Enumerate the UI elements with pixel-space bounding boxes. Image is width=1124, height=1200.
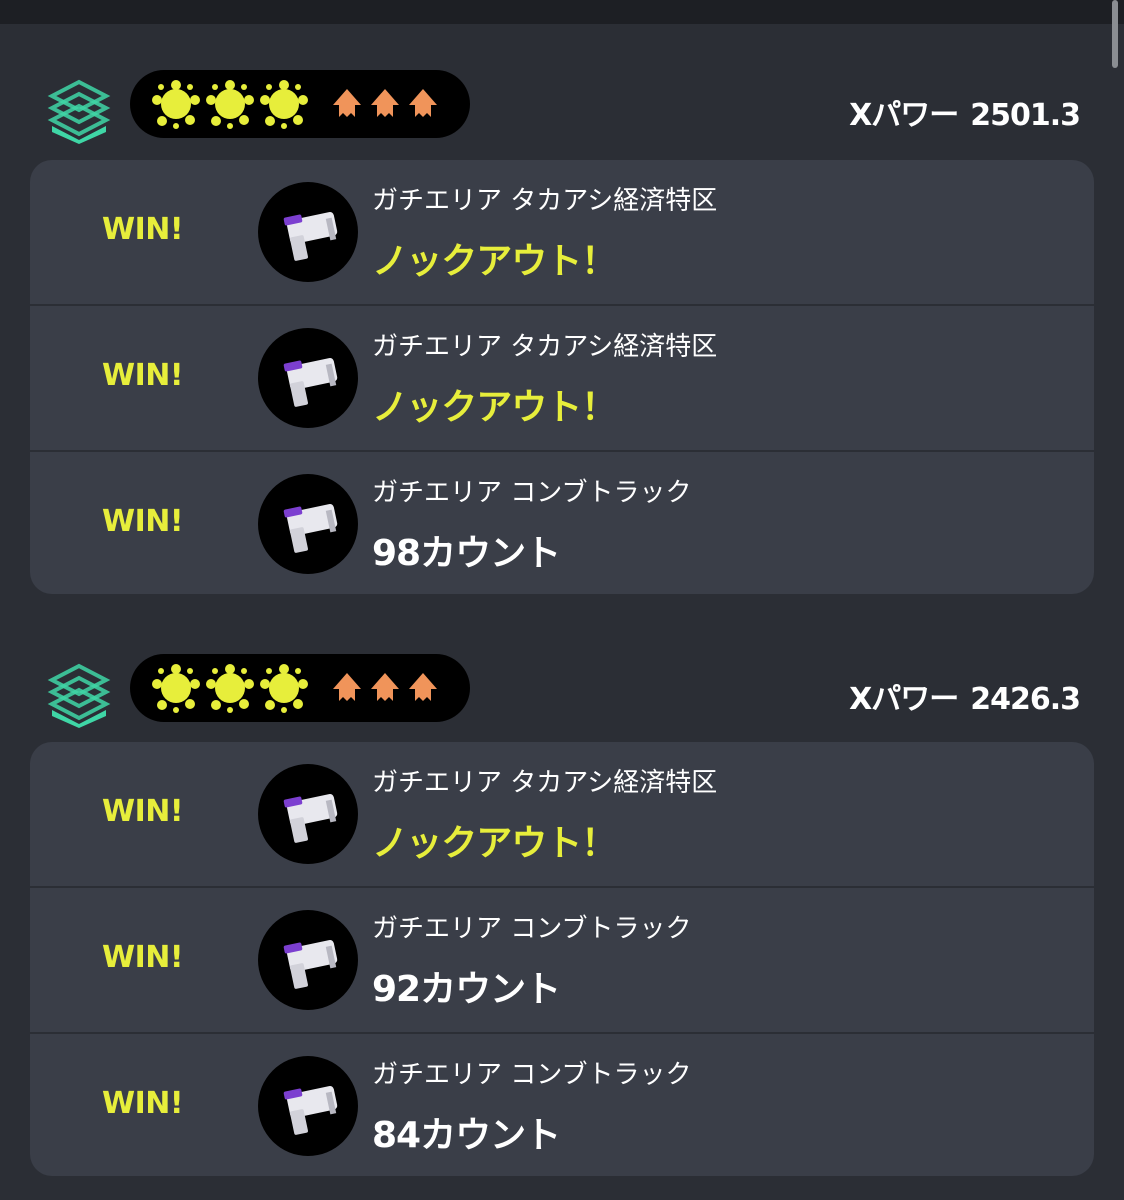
match-outcome: ノックアウト！ bbox=[372, 387, 617, 428]
match-card: WIN! ガチエリア タカアシ経済特区 ノックアウト！ WIN! bbox=[30, 160, 1094, 594]
group-header: Xパワー 2426.3 bbox=[0, 654, 1124, 738]
win-label: WIN! bbox=[102, 1086, 184, 1121]
x-power-label: Xパワー bbox=[849, 98, 959, 133]
squid-icon bbox=[333, 673, 361, 701]
win-label: WIN! bbox=[102, 940, 184, 975]
squid-icon bbox=[409, 89, 437, 117]
group-header: Xパワー 2501.3 bbox=[0, 70, 1124, 154]
match-row[interactable]: WIN! ガチエリア タカアシ経済特区 ノックアウト！ bbox=[30, 306, 1094, 450]
match-row[interactable]: WIN! ガチエリア コンブトラック 98カウント bbox=[30, 452, 1094, 594]
win-loss-pill bbox=[130, 70, 470, 138]
win-label: WIN! bbox=[102, 794, 184, 829]
match-outcome: 84カウント bbox=[372, 1115, 561, 1156]
ink-splat-icon bbox=[206, 664, 254, 713]
result-group-1: Xパワー 2501.3 WIN! ガチエリア タカアシ経済特区 ノックアウト！ W… bbox=[0, 70, 1124, 594]
stage-name: ガチエリア コンブトラック bbox=[372, 1060, 692, 1090]
blaster-weapon-icon bbox=[258, 182, 358, 282]
x-power-value: 2501.3 bbox=[970, 98, 1081, 133]
stage-name: ガチエリア タカアシ経済特区 bbox=[372, 332, 718, 362]
squid-icon bbox=[409, 673, 437, 701]
blaster-weapon-icon bbox=[258, 764, 358, 864]
match-outcome: ノックアウト！ bbox=[372, 823, 617, 864]
x-power-display: Xパワー 2501.3 bbox=[849, 90, 1081, 134]
match-row[interactable]: WIN! ガチエリア コンブトラック 84カウント bbox=[30, 1034, 1094, 1176]
win-label: WIN! bbox=[102, 504, 184, 539]
squid-icon bbox=[371, 673, 399, 701]
match-outcome: 92カウント bbox=[372, 969, 561, 1010]
win-label: WIN! bbox=[102, 212, 184, 247]
win-label: WIN! bbox=[102, 358, 184, 393]
ink-splat-icon bbox=[260, 664, 308, 713]
match-card: WIN! ガチエリア タカアシ経済特区 ノックアウト！ WIN! bbox=[30, 742, 1094, 1176]
match-row[interactable]: WIN! ガチエリア タカアシ経済特区 ノックアウト！ bbox=[30, 160, 1094, 304]
x-power-value: 2426.3 bbox=[970, 682, 1081, 717]
blaster-weapon-icon bbox=[258, 1056, 358, 1156]
match-row[interactable]: WIN! ガチエリア タカアシ経済特区 ノックアウト！ bbox=[30, 742, 1094, 886]
blaster-weapon-icon bbox=[258, 328, 358, 428]
match-row[interactable]: WIN! ガチエリア コンブトラック 92カウント bbox=[30, 888, 1094, 1032]
ink-splat-icon bbox=[152, 80, 200, 129]
x-power-label: Xパワー bbox=[849, 682, 959, 717]
result-group-2: Xパワー 2426.3 WIN! ガチエリア タカアシ経済特区 ノックアウト！ W… bbox=[0, 654, 1124, 1176]
win-loss-pill bbox=[130, 654, 470, 722]
splat-zones-icon bbox=[46, 78, 112, 144]
stage-name: ガチエリア コンブトラック bbox=[372, 478, 692, 508]
ink-splat-icon bbox=[206, 80, 254, 129]
ink-splat-icon bbox=[260, 80, 308, 129]
squid-icon bbox=[333, 89, 361, 117]
squid-icon bbox=[371, 89, 399, 117]
ink-splat-icon bbox=[152, 664, 200, 713]
match-outcome: 98カウント bbox=[372, 533, 561, 574]
top-bar bbox=[0, 0, 1124, 24]
scrollbar[interactable] bbox=[1112, 0, 1118, 68]
splat-zones-icon bbox=[46, 662, 112, 728]
stage-name: ガチエリア コンブトラック bbox=[372, 914, 692, 944]
blaster-weapon-icon bbox=[258, 910, 358, 1010]
match-outcome: ノックアウト！ bbox=[372, 241, 617, 282]
blaster-weapon-icon bbox=[258, 474, 358, 574]
x-power-display: Xパワー 2426.3 bbox=[849, 674, 1081, 718]
stage-name: ガチエリア タカアシ経済特区 bbox=[372, 768, 718, 798]
stage-name: ガチエリア タカアシ経済特区 bbox=[372, 186, 718, 216]
